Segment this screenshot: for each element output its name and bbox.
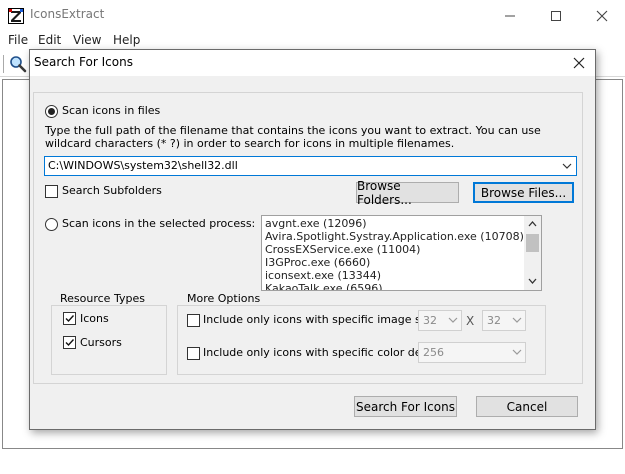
close-icon [573,57,585,69]
icons-checkbox[interactable] [63,312,76,325]
list-item[interactable]: Avira.Spotlight.Systray.Application.exe … [265,230,524,243]
file-path-combobox[interactable]: C:\WINDOWS\system32\shell32.dll [44,156,577,176]
size-filter-label[interactable]: Include only icons with specific image s… [203,313,440,326]
minimize-button[interactable] [487,0,533,31]
search-for-icons-dialog: Search For Icons Scan icons in files Typ… [29,49,596,430]
menu-edit[interactable]: Edit [38,33,61,47]
process-list-scrollbar[interactable] [524,216,541,290]
path-description: Type the full path of the filename that … [45,124,541,150]
close-icon [596,10,608,21]
checkmark-icon [65,315,75,323]
icon-height-select[interactable]: 32 [482,310,526,331]
main-titlebar: IconsExtract [0,0,625,31]
icon-height-value: 32 [487,314,501,327]
scan-files-radio[interactable] [45,105,58,118]
depth-filter-label[interactable]: Include only icons with specific color d… [203,346,444,359]
maximize-button[interactable] [533,0,579,31]
browse-folders-button[interactable]: Browse Folders... [356,179,459,207]
search-icon[interactable] [9,55,27,73]
search-subfolders-checkbox[interactable] [45,185,58,198]
scan-process-label[interactable]: Scan icons in the selected process: [62,217,255,230]
size-times-symbol: X [466,314,475,328]
icon-width-value: 32 [423,314,437,327]
scan-files-label[interactable]: Scan icons in files [62,104,160,117]
search-subfolders-label[interactable]: Search Subfolders [62,184,162,197]
maximize-icon [551,10,561,21]
chevron-down-icon[interactable] [527,276,538,286]
chevron-down-icon [512,349,522,355]
menu-view[interactable]: View [73,33,101,47]
cancel-button[interactable]: Cancel [476,396,578,417]
cursors-label[interactable]: Cursors [80,336,122,349]
file-path-value[interactable]: C:\WINDOWS\system32\shell32.dll [48,159,238,172]
process-listbox[interactable]: avgnt.exe (12096) Avira.Spotlight.Systra… [261,215,542,291]
dialog-titlebar: Search For Icons [30,50,595,76]
dialog-title: Search For Icons [34,55,133,69]
iconsextract-app-icon [8,8,24,24]
icon-width-select[interactable]: 32 [418,310,462,331]
chevron-down-icon[interactable] [561,160,573,172]
chevron-down-icon [512,317,522,323]
checkmark-icon [65,339,75,347]
browse-files-button[interactable]: Browse Files... [473,182,574,203]
resource-types-title: Resource Types [58,292,147,305]
size-filter-checkbox[interactable] [187,314,200,327]
window-title: IconsExtract [30,7,105,21]
list-item[interactable]: iconsext.exe (13344) [265,269,381,282]
depth-filter-checkbox[interactable] [187,347,200,360]
list-item[interactable]: I3GProc.exe (6660) [265,256,370,269]
color-depth-select[interactable]: 256 [418,342,526,363]
dialog-close-button[interactable] [569,53,589,73]
color-depth-value: 256 [423,346,444,359]
more-options-title: More Options [185,292,263,305]
icons-label[interactable]: Icons [80,312,109,325]
list-item[interactable]: avgnt.exe (12096) [265,217,367,230]
search-for-icons-button[interactable]: Search For Icons [354,396,457,417]
scan-process-radio[interactable] [45,218,58,231]
list-item[interactable]: CrossEXService.exe (11004) [265,243,420,256]
minimize-icon [505,15,515,16]
chevron-up-icon[interactable] [527,219,538,229]
menu-help[interactable]: Help [113,33,140,47]
cursors-checkbox[interactable] [63,336,76,349]
menu-bar: File Edit View Help [0,31,625,51]
chevron-down-icon [448,317,458,323]
close-window-button[interactable] [579,0,625,31]
scrollbar-thumb[interactable] [526,234,539,252]
toolbar-separator [3,55,4,73]
menu-file[interactable]: File [8,33,28,47]
list-item[interactable]: KakaoTalk.exe (6596) [265,282,383,290]
